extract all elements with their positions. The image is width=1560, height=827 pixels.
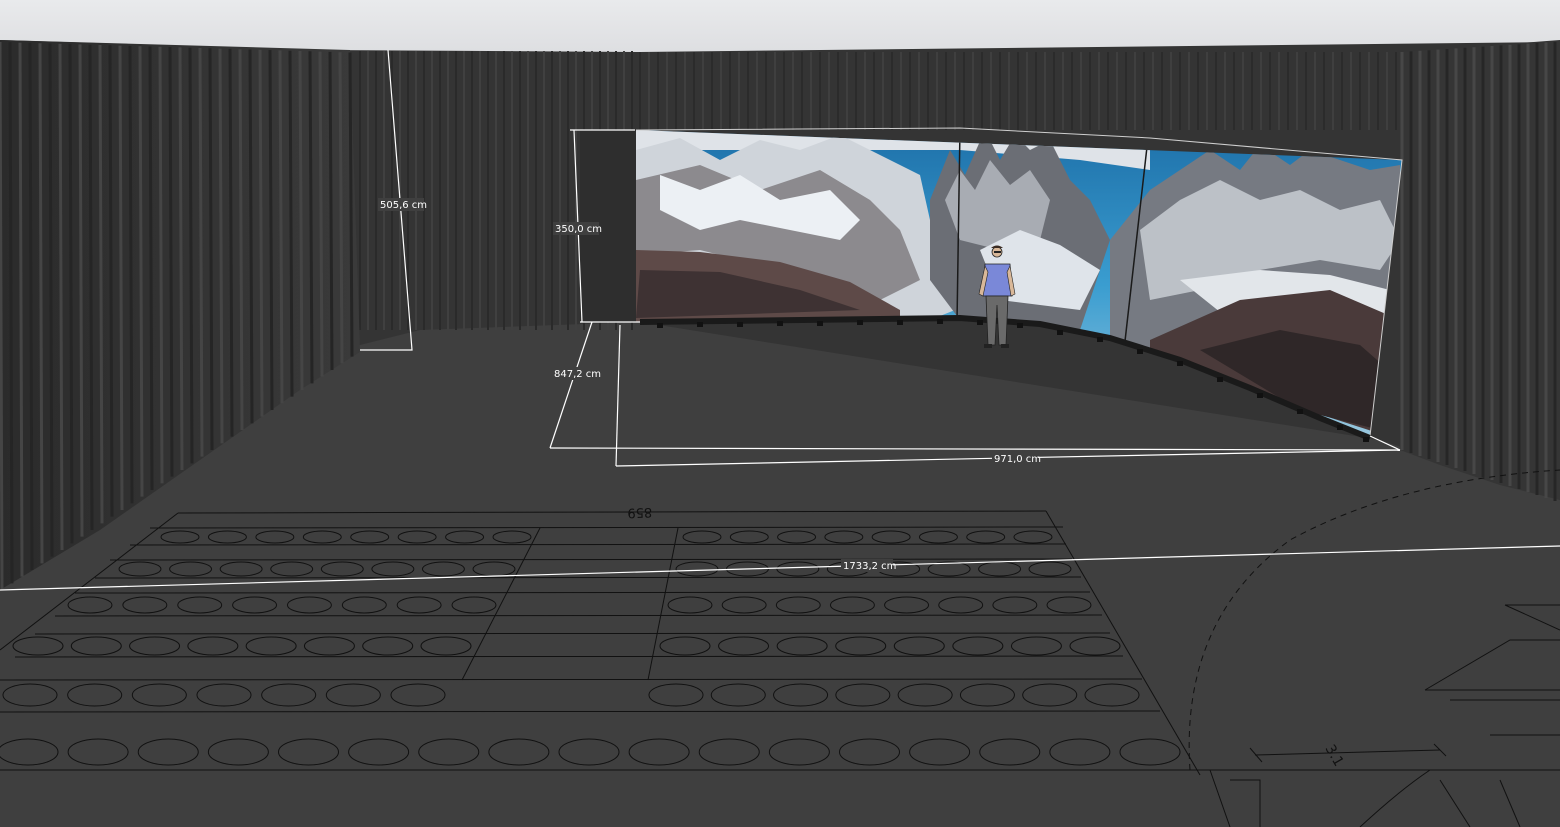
rail-foot [1363,437,1369,442]
rail-foot [697,322,703,327]
rail-foot [1177,361,1183,366]
rail-foot [737,322,743,327]
curtain-fold [48,43,54,557]
rail-foot [977,320,983,325]
curtain-fold [118,45,124,511]
curtain-fold [168,47,174,477]
curtain-fold [88,44,94,531]
curtain-fold [138,46,144,497]
curtain-fold [128,45,134,504]
rail-foot [657,323,663,328]
curtain-fold [18,42,24,577]
wall-height-label: 505,6 cm [380,200,427,211]
rail-foot [777,321,783,326]
curtain-fold [28,42,34,571]
curtain-fold [238,49,244,431]
rail-foot [1137,349,1143,354]
curtain-fold [318,51,324,377]
curtain-fold [78,44,84,537]
curtain-fold [98,44,104,524]
curtain-fold [228,48,234,437]
rail-foot [817,321,823,326]
rail-foot [1057,330,1063,335]
curtain-fold [208,48,214,451]
curtain-fold [68,44,74,544]
curtain-fold [218,48,224,444]
curtain-fold [178,47,184,471]
curtain-fold [148,46,154,491]
rail-foot [1297,409,1303,414]
curtain-fold [288,50,294,397]
curtain-fold [188,47,194,464]
curtain-fold [248,49,254,424]
curtain-fold [158,46,164,484]
room-width-label: 1733,2 cm [843,561,896,572]
rail-foot [1017,323,1023,328]
curtain-fold [278,50,284,404]
curtain-fold [8,42,14,584]
curtain-fold [348,52,354,357]
curtain-fold [0,41,4,591]
curtain-fold [108,45,114,517]
rail-foot [897,320,903,325]
rail-foot [1257,393,1263,398]
stage-depth-label: 847,2 cm [554,369,601,380]
rail-foot [937,319,943,324]
sketchup-viewport[interactable]: 505,6 cm 350,0 cm 847,2 cm 971,0 cm 1733… [0,0,1560,827]
curtain-fold [308,51,314,384]
curtain-fold [328,51,334,371]
curtain-fold [198,47,204,457]
curtain-fold [258,49,264,417]
rail-foot [1097,337,1103,342]
rail-foot [1217,377,1223,382]
screen-height-label: 350,0 cm [555,224,602,235]
rail-foot [1337,425,1343,430]
curtain-fold [58,43,64,551]
curtain-fold [38,43,44,564]
curtain-fold [298,50,304,391]
curtain-fold [338,52,344,364]
screen-width-label: 971,0 cm [994,454,1041,465]
curtain-fold [268,50,274,411]
rail-foot [857,320,863,325]
seating-width-label: 859 [627,504,652,520]
